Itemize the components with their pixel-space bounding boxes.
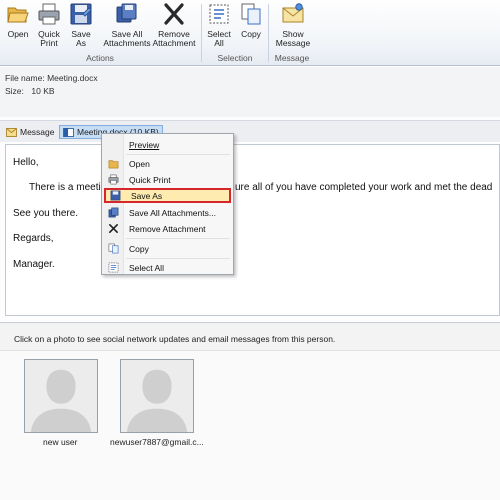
remove-x-icon <box>108 224 118 233</box>
select-all-label: Select All <box>207 29 231 48</box>
show-message-button[interactable]: Show Message <box>272 2 314 54</box>
copy-icon <box>241 3 261 25</box>
group-label-selection: Selection <box>217 53 253 63</box>
people-pane: Click on a photo to see social network u… <box>0 322 500 500</box>
remove-attachment-button[interactable]: Remove Attachment <box>151 2 197 54</box>
select-all-icon <box>209 4 229 24</box>
quick-print-button[interactable]: Quick Print <box>34 2 64 54</box>
menu-separator <box>126 154 230 155</box>
menu-item-preview-label: Preview <box>129 139 160 150</box>
menu-item-preview[interactable]: Preview <box>104 137 231 152</box>
floppy-disk-icon <box>110 190 120 201</box>
attachment-info-pane: File name: Meeting.docx Size: 10 KB <box>0 67 500 117</box>
save-all-attachments-icon <box>116 3 137 23</box>
attachment-context-menu: Preview Open Quick Print Save As Save Al… <box>101 133 234 275</box>
menu-item-copy-label: Copy <box>129 243 149 254</box>
menu-item-save-all-label: Save All Attachments... <box>129 207 216 218</box>
copy-icon <box>108 243 118 254</box>
menu-item-select-all-label: Select All <box>129 262 164 273</box>
regards-line: Regards, <box>13 233 54 244</box>
printer-icon <box>38 3 60 25</box>
menu-separator <box>126 258 230 259</box>
copy-button[interactable]: Copy <box>237 2 265 54</box>
people-pane-hint: Click on a photo to see social network u… <box>0 323 500 351</box>
group-label-actions: Actions <box>86 53 114 63</box>
menu-item-save-all-attachments[interactable]: Save All Attachments... <box>104 205 231 220</box>
save-all-attachments-icon <box>108 207 118 218</box>
select-all-icon <box>108 262 118 273</box>
save-all-attachments-button[interactable]: Save All Attachments <box>103 2 151 54</box>
save-as-label: Save As <box>71 29 91 48</box>
save-as-button[interactable]: Save As <box>66 2 96 54</box>
envelope-icon <box>282 3 304 23</box>
menu-item-remove-attachment[interactable]: Remove Attachment <box>104 221 231 236</box>
body-line-left: There is a meeti <box>29 182 101 193</box>
envelope-icon <box>6 127 17 137</box>
menu-item-quick-print-label: Quick Print <box>129 174 171 185</box>
body-line-right: ure all of you have completed your work … <box>235 182 493 193</box>
quick-print-label: Quick Print <box>38 29 60 48</box>
menu-item-select-all[interactable]: Select All <box>104 260 231 275</box>
menu-item-open-label: Open <box>129 158 150 169</box>
file-size-row: Size: 10 KB <box>5 86 55 96</box>
menu-separator <box>126 238 230 239</box>
menu-item-save-as[interactable]: Save As <box>104 188 231 203</box>
message-body[interactable]: Hello, There is a meeti ure all of you h… <box>5 144 500 316</box>
file-name-value: Meeting.docx <box>47 73 98 83</box>
printer-icon <box>108 174 118 185</box>
copy-label: Copy <box>241 29 261 39</box>
save-all-attachments-label: Save All Attachments <box>103 29 151 48</box>
signature-line: Manager. <box>13 259 55 270</box>
attachment-bar: Message Meeting.docx (10 KB) <box>0 120 500 142</box>
floppy-disk-icon <box>70 3 92 25</box>
ribbon: Open Quick Print Save As Save All Attach… <box>0 0 500 66</box>
menu-item-open[interactable]: Open <box>104 156 231 171</box>
avatar[interactable] <box>120 359 194 433</box>
person-card[interactable]: newuser7887@gmail.c... <box>110 359 204 447</box>
menu-item-label: Preview <box>129 140 159 150</box>
person-name[interactable]: newuser7887@gmail.c... <box>110 437 204 447</box>
greeting-line: Hello, <box>13 157 39 168</box>
see-you-line: See you there. <box>13 208 79 219</box>
folder-open-icon <box>108 160 118 169</box>
menu-item-save-as-label: Save As <box>131 190 163 201</box>
menu-item-copy[interactable]: Copy <box>104 241 231 256</box>
message-tab-label: Message <box>20 127 55 137</box>
person-card[interactable]: new user <box>24 359 104 447</box>
folder-open-icon <box>7 7 29 23</box>
word-document-icon <box>63 127 74 137</box>
file-size-key: Size: <box>5 86 24 96</box>
file-name-row: File name: Meeting.docx <box>5 73 98 83</box>
remove-x-icon <box>164 3 184 25</box>
person-name[interactable]: new user <box>24 437 104 447</box>
open-label: Open <box>7 29 29 39</box>
show-message-label: Show Message <box>275 29 311 48</box>
open-button[interactable]: Open <box>4 2 32 54</box>
file-name-key: File name: <box>5 73 45 83</box>
remove-attachment-label: Remove Attachment <box>152 29 196 48</box>
menu-item-quick-print[interactable]: Quick Print <box>104 172 231 187</box>
avatar[interactable] <box>24 359 98 433</box>
menu-item-remove-label: Remove Attachment <box>129 223 206 234</box>
file-size-value: 10 KB <box>31 86 55 96</box>
group-label-message: Message <box>274 53 310 63</box>
select-all-button[interactable]: Select All <box>204 2 234 54</box>
message-tab[interactable]: Message <box>6 125 55 139</box>
